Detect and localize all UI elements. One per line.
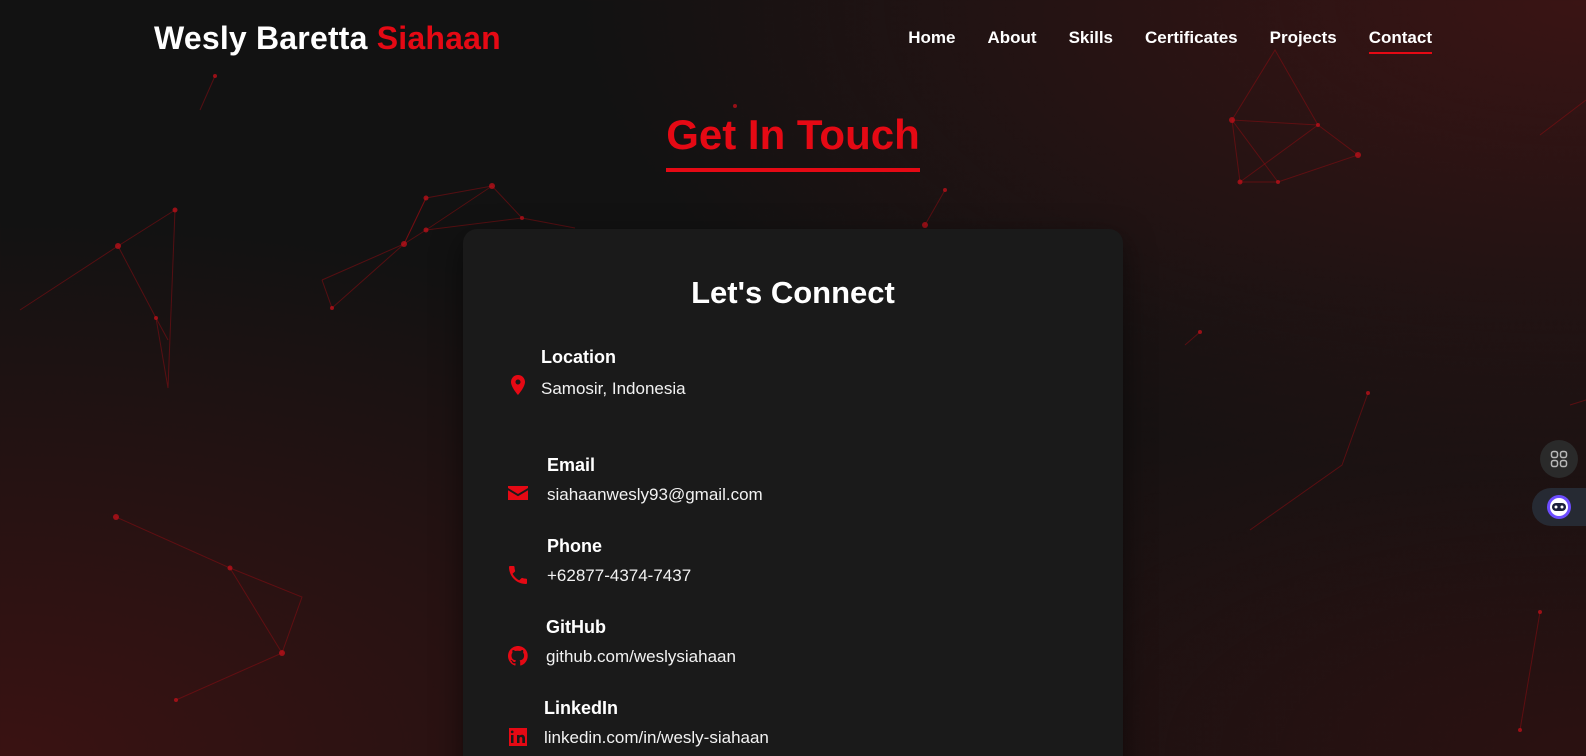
- contact-label-github: GitHub: [546, 617, 606, 637]
- contact-value-location: Samosir, Indonesia: [541, 379, 686, 398]
- contact-card: Let's Connect Location Samosir, Indonesi…: [463, 229, 1123, 756]
- contact-value-email[interactable]: siahaanwesly93@gmail.com: [547, 485, 763, 505]
- map-pin-icon: [505, 372, 531, 398]
- github-icon: [505, 643, 531, 669]
- contact-value-linkedin[interactable]: linkedin.com/in/wesly-siahaan: [544, 728, 769, 748]
- linkedin-icon: [505, 724, 531, 750]
- phone-icon: [505, 562, 531, 588]
- nav-link-projects[interactable]: Projects: [1270, 28, 1337, 54]
- nav-link-certificates[interactable]: Certificates: [1145, 28, 1238, 54]
- section-title: Get In Touch: [666, 111, 920, 173]
- contact-label-location: Location: [541, 347, 616, 367]
- brand-name-accent: Siahaan: [376, 20, 501, 56]
- nav-link-home[interactable]: Home: [908, 28, 955, 54]
- nav-links: Home About Skills Certificates Projects …: [908, 28, 1432, 54]
- contact-label-phone: Phone: [547, 536, 603, 556]
- contact-label-linkedin: LinkedIn: [544, 698, 619, 718]
- contact-label-email: Email: [547, 455, 596, 475]
- section-header: Get In Touch: [0, 111, 1586, 173]
- contact-value-phone[interactable]: +62877-4374-7437: [547, 566, 691, 586]
- nav-link-about[interactable]: About: [988, 28, 1037, 54]
- grid-icon: [1550, 450, 1568, 468]
- card-title: Let's Connect: [691, 275, 895, 310]
- nav-link-skills[interactable]: Skills: [1069, 28, 1113, 54]
- assistant-button[interactable]: [1532, 488, 1586, 526]
- brand-name: Wesly Baretta: [154, 20, 368, 56]
- contact-value-github[interactable]: github.com/weslysiahaan: [546, 647, 736, 667]
- assistant-icon: [1547, 495, 1571, 519]
- envelope-icon: [505, 480, 531, 506]
- apps-button[interactable]: [1540, 440, 1578, 478]
- nav-link-contact[interactable]: Contact: [1368, 28, 1432, 54]
- navbar: Wesly Baretta Siahaan Home About Skills …: [0, 0, 1586, 80]
- brand-logo[interactable]: Wesly Baretta Siahaan: [154, 20, 501, 57]
